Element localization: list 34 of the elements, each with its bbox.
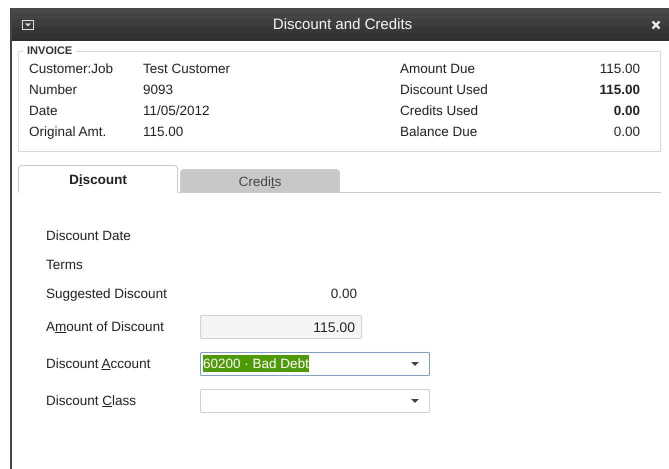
window-title: Discount and Credits (272, 16, 414, 33)
field-label: Discount Date (46, 228, 132, 243)
field-label: Amount of Discount (46, 319, 165, 334)
field-value: 11/05/2012 (143, 103, 211, 118)
field-label: Credits Used (400, 103, 480, 118)
field-label: Discount Class (46, 393, 138, 408)
tab[interactable]: Discount (18, 165, 178, 193)
caret-icon (411, 362, 419, 366)
field-label: Discount Account (46, 356, 152, 371)
field-label: Balance Due (400, 124, 478, 139)
field-label: Discount Used (400, 82, 489, 97)
amount-value: 115.00 (598, 82, 640, 97)
close-icon[interactable] (651, 20, 661, 30)
field-label: Customer:Job (29, 61, 114, 76)
dropdown-field[interactable] (200, 388, 430, 412)
field-value: Test Customer (143, 61, 230, 76)
amount-value: 115.00 (598, 61, 640, 76)
group-legend: INVOICE (23, 45, 76, 57)
tab[interactable]: Credits (180, 169, 340, 193)
field-value: 0.00 (330, 286, 357, 301)
field-label: Date (29, 103, 59, 118)
field-value: 115.00 (143, 124, 184, 139)
amount-value: 0.00 (612, 124, 640, 139)
field-label: Amount Due (400, 61, 476, 76)
field-label: Terms (46, 257, 84, 272)
amount-input[interactable]: 115.00 (200, 314, 362, 338)
field-value: 9093 (143, 82, 174, 97)
window-menu-icon[interactable] (22, 20, 34, 30)
field-label: Original Amt. (29, 124, 108, 139)
dropdown-field[interactable]: 60200 · Bad Debt (200, 352, 430, 376)
field-label: Suggested Discount (46, 286, 168, 301)
amount-value: 0.00 (612, 103, 640, 118)
field-label: Number (29, 82, 78, 97)
caret-icon (411, 398, 419, 402)
